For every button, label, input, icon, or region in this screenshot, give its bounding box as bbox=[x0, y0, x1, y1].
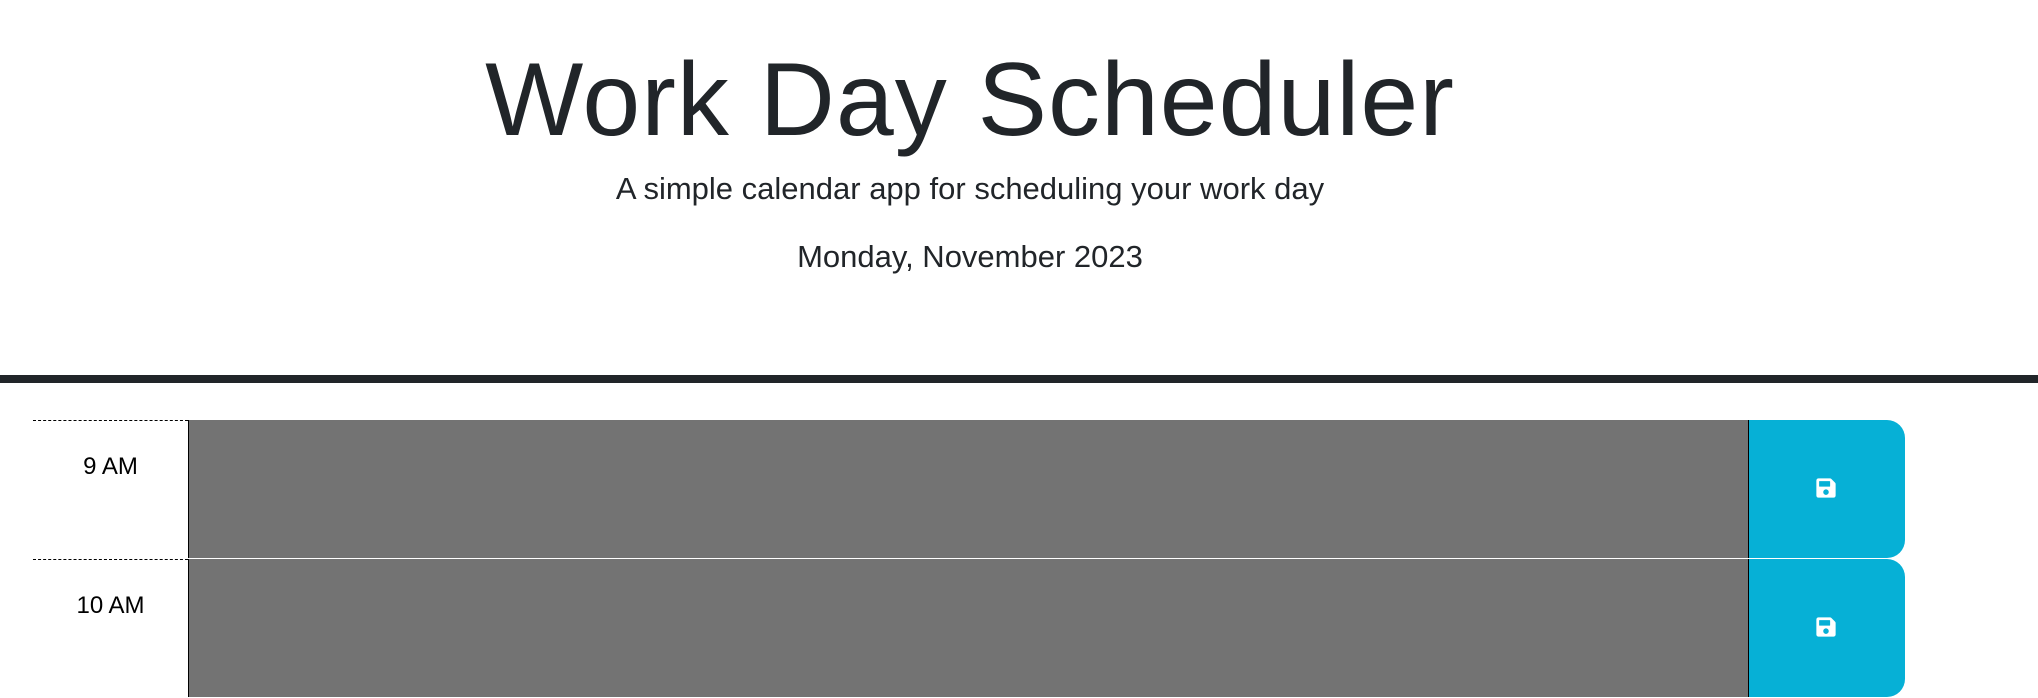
hour-label: 9 AM bbox=[33, 420, 188, 558]
hour-label: 10 AM bbox=[33, 559, 188, 697]
time-block-9am: 9 AM bbox=[33, 420, 1906, 558]
page-subtitle: A simple calendar app for scheduling you… bbox=[615, 171, 1325, 206]
event-description-input[interactable] bbox=[188, 420, 1749, 558]
header-divider bbox=[0, 375, 2038, 383]
jumbotron-header: Work Day Scheduler A simple calendar app… bbox=[0, 0, 2038, 375]
save-icon bbox=[1816, 478, 1836, 498]
current-day: Monday, November 2023 bbox=[797, 239, 1143, 274]
event-description-input[interactable] bbox=[188, 559, 1749, 697]
save-button[interactable] bbox=[1749, 559, 1905, 697]
save-icon bbox=[1816, 617, 1836, 637]
save-button[interactable] bbox=[1749, 420, 1905, 558]
page-title: Work Day Scheduler bbox=[485, 42, 1455, 158]
time-block-10am: 10 AM bbox=[33, 559, 1906, 697]
